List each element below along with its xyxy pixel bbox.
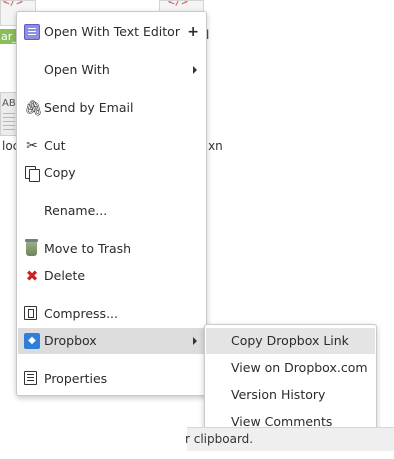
menu-item-properties[interactable]: Properties <box>18 366 205 392</box>
menu-item-label: Open With Text Editor <box>44 24 180 39</box>
menu-item-label: Send by Email <box>44 100 134 115</box>
chevron-right-icon <box>193 337 197 345</box>
submenu-item-label: Copy Dropbox Link <box>231 333 349 348</box>
menu-item-dropbox[interactable]: ◆ Dropbox <box>18 328 205 354</box>
menu-item-label: Dropbox <box>44 333 97 348</box>
menu-item-label: Rename... <box>44 203 108 218</box>
menu-item-open-with-text-editor[interactable]: Open With Text Editor + <box>18 19 205 45</box>
compress-icon <box>24 306 37 320</box>
dropbox-submenu: Copy Dropbox Link View on Dropbox.com Ve… <box>204 324 377 435</box>
status-text: r clipboard. <box>185 432 254 446</box>
submenu-item-label: Version History <box>231 387 326 402</box>
trash-icon <box>25 239 38 256</box>
menu-item-copy[interactable]: Copy <box>18 160 205 186</box>
dropbox-icon: ◆ <box>24 333 40 349</box>
menu-item-move-to-trash[interactable]: Move to Trash <box>18 236 205 262</box>
status-bar: r clipboard. <box>185 427 394 451</box>
copy-icon <box>24 165 40 182</box>
scissors-icon: ✂ <box>26 138 38 154</box>
menu-item-label: Move to Trash <box>44 241 132 256</box>
chevron-right-icon <box>193 66 197 74</box>
context-menu: Open With Text Editor + Open With 🖇 Send… <box>16 11 207 396</box>
submenu-item-view-on-dropbox[interactable]: View on Dropbox.com <box>206 355 375 381</box>
code-glyph: </> <box>168 0 188 8</box>
menu-item-cut[interactable]: ✂ Cut <box>18 133 205 159</box>
menu-item-label: Delete <box>44 268 86 283</box>
menu-item-label: Compress... <box>44 306 118 321</box>
submenu-item-label: View on Dropbox.com <box>231 360 368 375</box>
properties-icon <box>24 371 37 385</box>
document-preview-text: AB <box>2 98 16 109</box>
menu-item-send-by-email[interactable]: 🖇 Send by Email <box>18 95 205 121</box>
code-glyph: </> <box>3 0 23 8</box>
menu-item-rename[interactable]: Rename... <box>18 198 205 224</box>
document-lines <box>3 113 15 131</box>
submenu-item-copy-dropbox-link[interactable]: Copy Dropbox Link <box>206 328 375 354</box>
menu-item-delete[interactable]: ✖ Delete <box>18 263 205 289</box>
menu-item-compress[interactable]: Compress... <box>18 301 205 327</box>
menu-item-label: Open With <box>44 62 110 77</box>
submenu-item-version-history[interactable]: Version History <box>206 382 375 408</box>
menu-item-label: Copy <box>44 165 76 180</box>
delete-icon: ✖ <box>25 267 39 285</box>
plus-icon: + <box>187 24 199 40</box>
text-editor-icon <box>24 24 40 40</box>
menu-item-label: Properties <box>44 371 108 386</box>
menu-item-open-with[interactable]: Open With <box>18 57 205 83</box>
menu-item-label: Cut <box>44 138 66 153</box>
paperclip-icon: 🖇 <box>24 99 44 117</box>
